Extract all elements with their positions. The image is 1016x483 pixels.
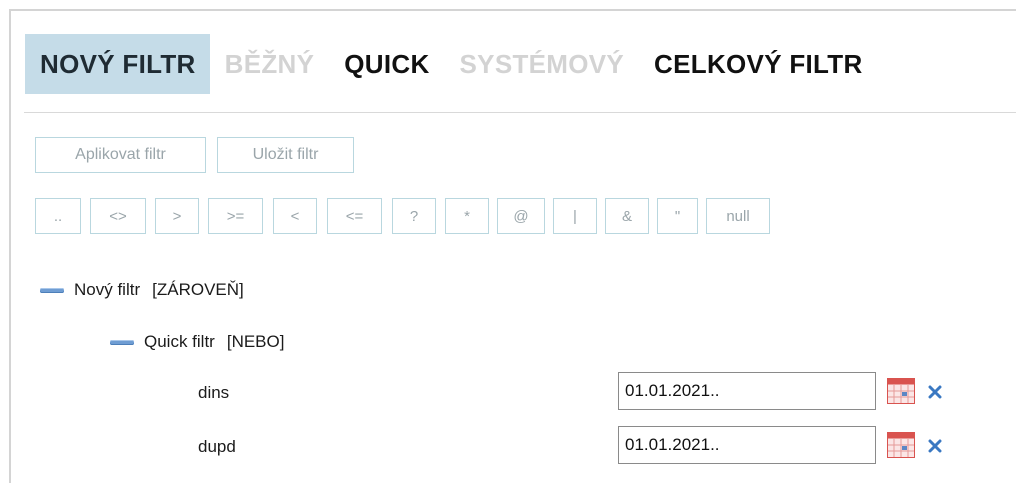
tab-systemovy: SYSTÉMOVÝ <box>459 48 625 79</box>
operator-greater-button[interactable]: > <box>155 198 199 234</box>
calendar-icon[interactable] <box>887 378 915 404</box>
dupd-date-input[interactable] <box>618 426 876 464</box>
tree-node-mode: [ZÁROVEŇ] <box>152 280 244 299</box>
tabs-divider <box>24 112 1016 113</box>
operator-asterisk-button[interactable]: * <box>445 198 489 234</box>
operator-null-button[interactable]: null <box>706 198 770 234</box>
tree-node-name: Nový filtr <box>74 280 141 299</box>
operator-quote-button[interactable]: " <box>657 198 698 234</box>
tab-bezny: BĚŽNÝ <box>224 48 315 79</box>
tab-quick[interactable]: QUICK <box>329 34 444 94</box>
operator-pipe-button[interactable]: | <box>553 198 597 234</box>
remove-x-icon[interactable] <box>928 385 942 399</box>
operator-ampersand-button[interactable]: & <box>605 198 649 234</box>
tree-node-child: Quick filtr [NEBO] <box>110 332 284 352</box>
apply-filter-button[interactable]: Aplikovat filtr <box>35 137 206 173</box>
operator-less-equal-button[interactable]: <= <box>327 198 382 234</box>
save-filter-button[interactable]: Uložit filtr <box>217 137 354 173</box>
tab-celkovy-filtr[interactable]: CELKOVÝ FILTR <box>639 34 878 94</box>
tab-novy-filtr[interactable]: NOVÝ FILTR <box>25 34 210 94</box>
operator-at-button[interactable]: @ <box>497 198 545 234</box>
tree-node-mode: [NEBO] <box>226 332 285 351</box>
operator-range-button[interactable]: .. <box>35 198 81 234</box>
filter-tabs: NOVÝ FILTR BĚŽNÝ QUICK SYSTÉMOVÝ CELKOVÝ… <box>25 34 878 94</box>
field-label-dins: dins <box>198 383 230 402</box>
tree-node-root: Nový filtr [ZÁROVEŇ] <box>40 280 244 300</box>
remove-x-icon[interactable] <box>928 439 942 453</box>
dins-date-input[interactable] <box>618 372 876 410</box>
operator-less-button[interactable]: < <box>273 198 317 234</box>
field-label-dupd: dupd <box>198 437 236 456</box>
collapse-minus-icon[interactable] <box>110 339 134 345</box>
collapse-minus-icon[interactable] <box>40 287 64 293</box>
operator-not-equal-button[interactable]: <> <box>90 198 146 234</box>
operator-question-button[interactable]: ? <box>392 198 436 234</box>
operator-greater-equal-button[interactable]: >= <box>208 198 263 234</box>
tree-node-name: Quick filtr <box>144 332 215 351</box>
calendar-icon[interactable] <box>887 432 915 458</box>
